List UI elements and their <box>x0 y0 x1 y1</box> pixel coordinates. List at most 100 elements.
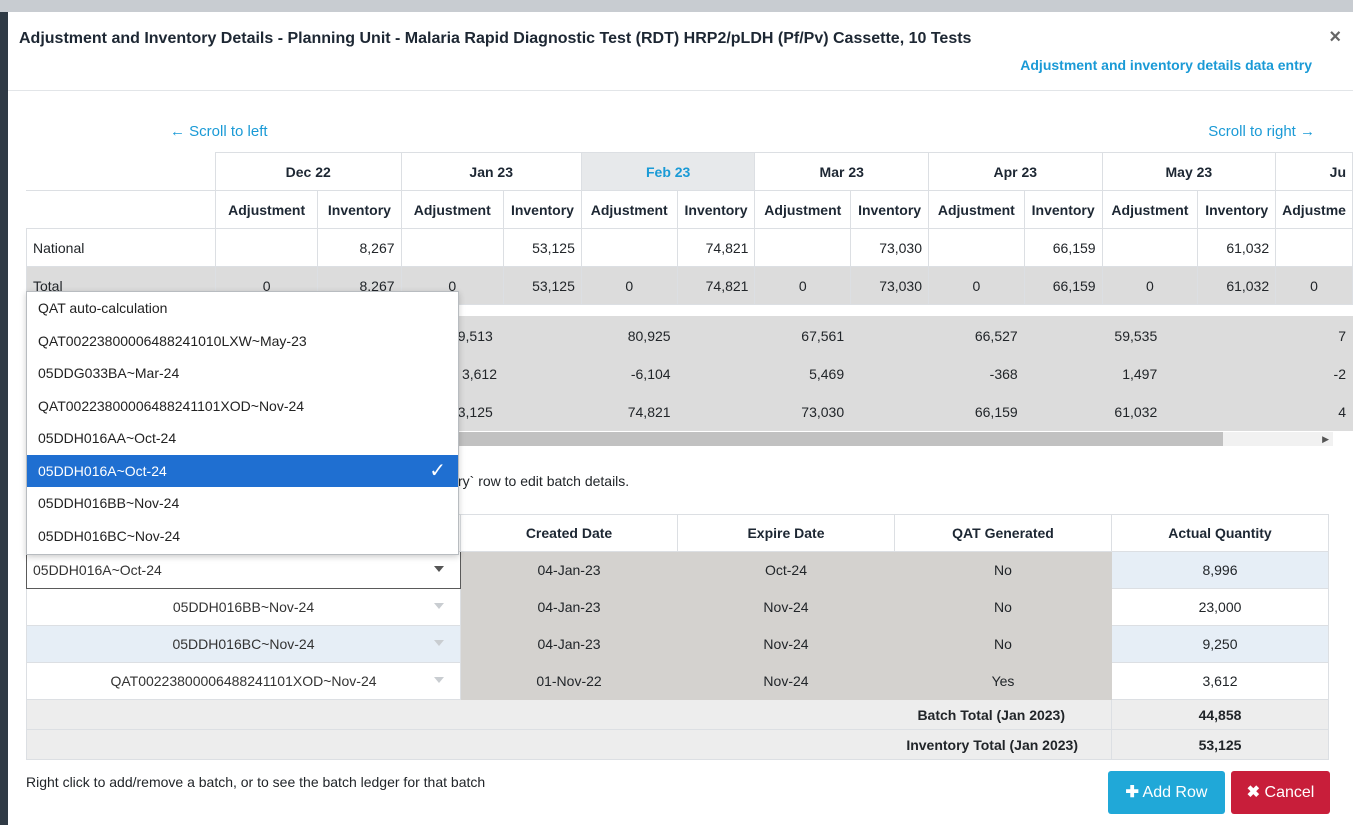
batch-row[interactable]: 05DDH016A~Oct-24 04-Jan-23 Oct-24 No 8,9… <box>26 551 1329 589</box>
dropdown-option[interactable]: 05DDH016BC~Nov-24 <box>27 520 458 553</box>
cell: 7 <box>1197 316 1353 355</box>
add-row-label: Add Row <box>1142 784 1208 801</box>
batch-select[interactable]: 05DDH016BB~Nov-24 <box>26 588 461 626</box>
batch-dropdown-list[interactable]: QAT auto-calculation QAT0022380000648824… <box>26 291 459 555</box>
month-header: Ju <box>1275 152 1353 191</box>
row-label: National <box>26 228 216 267</box>
add-row-button[interactable]: ✚ Add Row <box>1108 771 1225 814</box>
cell[interactable] <box>580 228 678 267</box>
cell: 0 <box>928 266 1025 305</box>
chevron-down-icon[interactable] <box>434 603 444 609</box>
qat-generated-header: QAT Generated <box>894 514 1112 552</box>
cell[interactable] <box>928 228 1025 267</box>
cell[interactable]: 73,030 <box>850 228 930 267</box>
chevron-down-icon[interactable] <box>434 677 444 683</box>
cell[interactable] <box>754 228 852 267</box>
actual-quantity[interactable]: 9,250 <box>1111 625 1329 663</box>
inventory-header: Inventory <box>317 190 402 229</box>
cell[interactable] <box>400 228 505 267</box>
cell: 0 <box>1275 266 1353 305</box>
batch-select-value: 05DDH016A~Oct-24 <box>33 562 162 578</box>
cancel-label: Cancel <box>1264 784 1315 801</box>
dropdown-option-label: 05DDH016A~Oct-24 <box>38 462 167 479</box>
adjustment-header: Adjustment <box>580 190 678 229</box>
cell[interactable]: 66,159 <box>1023 228 1103 267</box>
dropdown-option[interactable]: QAT auto-calculation <box>27 292 458 325</box>
scroll-right-link[interactable]: Scroll to right → <box>1208 123 1315 140</box>
cell[interactable]: 53,125 <box>503 228 582 267</box>
batch-select[interactable]: QAT00223800006488241101XOD~Nov-24 <box>26 662 461 700</box>
dropdown-option-selected[interactable]: 05DDH016A~Oct-24 ✓ <box>27 454 458 487</box>
horizontal-scrollbar[interactable]: ▶ <box>458 432 1333 446</box>
expire-date-header: Expire Date <box>677 514 895 552</box>
actual-quantity[interactable]: 3,612 <box>1111 662 1329 700</box>
qat-generated: No <box>894 551 1112 589</box>
inventory-header: Inventory <box>850 190 930 229</box>
cell[interactable] <box>1101 228 1199 267</box>
dropdown-option[interactable]: 05DDH016AA~Oct-24 <box>27 422 458 455</box>
expire-date: Oct-24 <box>677 551 895 589</box>
check-icon: ✓ <box>429 459 446 482</box>
backdrop-sidebar <box>0 12 8 825</box>
table-row-national[interactable]: National 8,267 53,125 74,821 73,030 66,1… <box>26 228 1353 267</box>
cell[interactable] <box>214 228 319 267</box>
cell[interactable]: 61,032 <box>1197 228 1277 267</box>
inventory-header: Inventory <box>1197 190 1277 229</box>
inventory-total-row: Inventory Total (Jan 2023) 53,125 <box>26 729 1329 760</box>
cell: 59,535 <box>1023 316 1199 355</box>
actual-quantity[interactable]: 8,996 <box>1111 551 1329 589</box>
inventory-total-value: 53,125 <box>1111 729 1329 760</box>
cell: 61,032 <box>1197 266 1277 305</box>
cell: -2 <box>1197 354 1353 393</box>
scroll-left-link[interactable]: ← Scroll to left <box>170 123 268 140</box>
cell: -6,104 <box>503 354 678 393</box>
inventory-header: Inventory <box>676 190 756 229</box>
data-entry-link[interactable]: Adjustment and inventory details data en… <box>1020 57 1312 73</box>
chevron-down-icon[interactable] <box>434 566 444 572</box>
adjustment-header: Adjustment <box>928 190 1025 229</box>
cell[interactable]: 74,821 <box>676 228 756 267</box>
cell: 0 <box>580 266 678 305</box>
batch-row[interactable]: 05DDH016BB~Nov-24 04-Jan-23 Nov-24 No 23… <box>26 588 1329 626</box>
month-header: Apr 23 <box>928 152 1103 191</box>
actual-quantity[interactable]: 23,000 <box>1111 588 1329 626</box>
adjustment-modal: Adjustment and Inventory Details - Plann… <box>8 12 1353 825</box>
month-header-current: Feb 23 <box>580 152 756 191</box>
created-date: 04-Jan-23 <box>460 551 678 589</box>
batch-select-value: QAT00223800006488241101XOD~Nov-24 <box>110 673 377 689</box>
header-divider <box>8 90 1353 91</box>
dropdown-option[interactable]: QAT00223800006488241101XOD~Nov-24 <box>27 390 458 423</box>
batch-select-value: 05DDH016BB~Nov-24 <box>172 599 315 615</box>
cell: 73,030 <box>850 266 930 305</box>
cell: 61,032 <box>1023 392 1199 431</box>
cell: 66,159 <box>850 392 1025 431</box>
cell: 53,125 <box>503 266 582 305</box>
cell[interactable] <box>1275 228 1353 267</box>
created-date: 01-Nov-22 <box>460 662 678 700</box>
month-header-row: Dec 22 Jan 23 Feb 23 Mar 23 Apr 23 May 2… <box>26 152 1353 191</box>
cancel-button[interactable]: ✖ Cancel <box>1231 771 1330 814</box>
expire-date: Nov-24 <box>677 588 895 626</box>
close-icon[interactable]: × <box>1329 26 1341 49</box>
batch-select[interactable]: 05DDH016A~Oct-24 <box>26 551 461 589</box>
chevron-down-icon[interactable] <box>434 640 444 646</box>
cell: -368 <box>850 354 1025 393</box>
batch-row[interactable]: QAT00223800006488241101XOD~Nov-24 01-Nov… <box>26 662 1329 700</box>
modal-title: Adjustment and Inventory Details - Plann… <box>19 30 972 47</box>
backdrop <box>0 0 1353 12</box>
created-date: 04-Jan-23 <box>460 625 678 663</box>
cell[interactable]: 8,267 <box>317 228 402 267</box>
batch-row[interactable]: 05DDH016BC~Nov-24 04-Jan-23 Nov-24 No 9,… <box>26 625 1329 663</box>
batch-select[interactable]: 05DDH016BC~Nov-24 <box>26 625 461 663</box>
cell: 67,561 <box>676 316 852 355</box>
cell: 66,159 <box>1023 266 1103 305</box>
dropdown-option[interactable]: 05DDG033BA~Mar-24 <box>27 357 458 390</box>
adjustment-header: Adjustment <box>214 190 319 229</box>
scrollbar-thumb[interactable] <box>458 432 1223 446</box>
month-header: Mar 23 <box>754 152 930 191</box>
scroll-right-arrow-icon[interactable]: ▶ <box>1322 432 1329 446</box>
batch-select-value: 05DDH016BC~Nov-24 <box>172 636 315 652</box>
cell: 73,030 <box>676 392 852 431</box>
dropdown-option[interactable]: QAT00223800006488241010LXW~May-23 <box>27 325 458 358</box>
dropdown-option[interactable]: 05DDH016BB~Nov-24 <box>27 487 458 520</box>
